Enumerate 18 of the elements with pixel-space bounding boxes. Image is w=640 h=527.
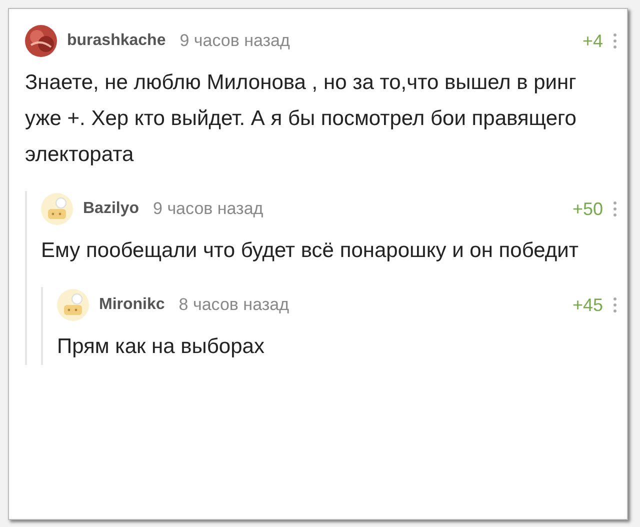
avatar-icon	[25, 25, 57, 57]
avatar-icon	[41, 193, 73, 225]
author-link[interactable]: Mironikc	[99, 293, 165, 317]
comment-text: Прям как на выборах	[57, 334, 266, 360]
more-menu-icon[interactable]	[613, 33, 617, 49]
rating-score: +50	[572, 198, 603, 220]
rating-score: +45	[572, 294, 603, 316]
more-menu-icon[interactable]	[613, 297, 617, 313]
comment-time: 9 часов назад	[180, 30, 290, 52]
author-link[interactable]: Bazilyo	[83, 197, 140, 221]
author-link[interactable]: burashkache	[67, 29, 166, 53]
comment-text: Ему пообещали что будет всё понарошку и он победит	[41, 238, 580, 264]
rating-score: +4	[582, 30, 603, 52]
comment-time: 9 часов назад	[153, 198, 264, 220]
comment-text: Знаете, не люблю Милонова , но за то,что вышел в ринг уже +. Хер кто выйдет. А я бы посмотрел бои правящего электората	[25, 70, 578, 168]
comment-time: 8 часов назад	[178, 294, 290, 316]
avatar-icon	[57, 289, 89, 321]
more-menu-icon[interactable]	[613, 201, 617, 217]
